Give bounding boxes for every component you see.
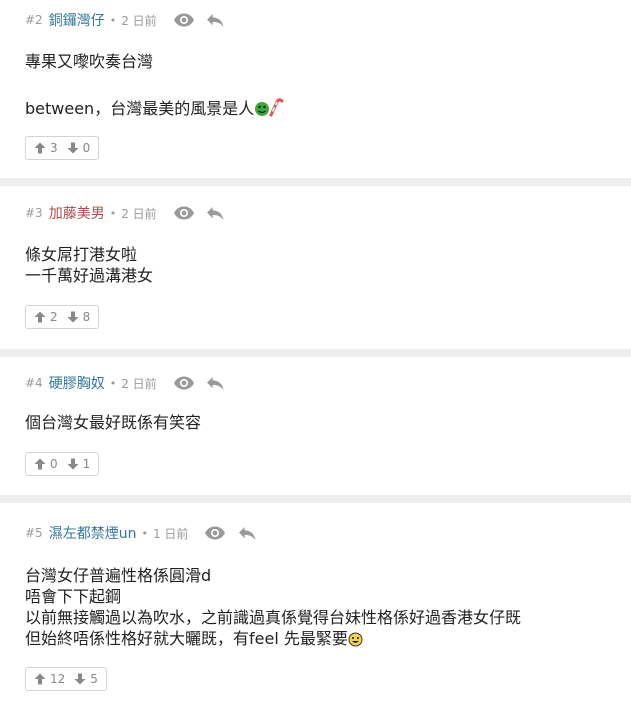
downvote-count: 5 bbox=[90, 672, 98, 686]
downvote-button[interactable]: 1 bbox=[67, 457, 91, 471]
comment-meta: #2 銅鑼灣仔 • 2 日前 bbox=[25, 9, 235, 31]
vote-box: 0 1 bbox=[25, 452, 100, 476]
upvote-button[interactable]: 0 bbox=[34, 457, 58, 471]
vote-box: 3 0 bbox=[25, 136, 100, 160]
comment-line: 個台灣女最好既係有笑容 bbox=[25, 413, 202, 432]
comment-post: #4 硬膠胸奴 • 2 日前 個台灣女最好既係有笑容 0 1 bbox=[0, 357, 631, 495]
post-time: 2 日前 bbox=[121, 206, 157, 221]
downvote-count: 8 bbox=[82, 310, 91, 324]
upvote-count: 12 bbox=[50, 672, 66, 686]
upvote-button[interactable]: 12 bbox=[34, 672, 65, 686]
comment-line: 唔會下下起鋼 bbox=[25, 587, 122, 606]
comment-body: 條女屌打港女啦 一千萬好過溝港女 bbox=[25, 244, 153, 286]
thumbs-down-icon bbox=[74, 673, 86, 685]
comment-line-with-emoticon: 但始終唔係性格好就大曬既，有feel 先最緊要 bbox=[25, 628, 521, 649]
comment-line-with-emoticon: between，台灣最美的風景是人 bbox=[25, 97, 284, 118]
upvote-count: 0 bbox=[50, 457, 58, 471]
post-number: #4 bbox=[25, 376, 43, 390]
comment-line: 一千萬好過溝港女 bbox=[25, 266, 154, 285]
green-face-candy-cane-emoticon bbox=[254, 97, 284, 122]
upvote-button[interactable]: 3 bbox=[34, 141, 58, 155]
downvote-count: 1 bbox=[82, 457, 91, 471]
comment-line: 專果又嚟吹奏台灣 bbox=[25, 52, 154, 71]
comment-line: 以前無接觸過以為吹水，之前識過真係覺得台妹性格係好過香港女仔既 bbox=[25, 608, 522, 627]
post-time: 1 日前 bbox=[152, 526, 189, 541]
comment-meta: #4 硬膠胸奴 • 2 日前 bbox=[25, 372, 235, 394]
post-number: #5 bbox=[25, 526, 43, 540]
downvote-button[interactable]: 0 bbox=[67, 141, 91, 155]
comment-line: between，台灣最美的風景是人 bbox=[25, 99, 255, 118]
eye-icon[interactable] bbox=[171, 202, 197, 224]
thumbs-up-icon bbox=[34, 458, 46, 470]
thumbs-down-icon bbox=[67, 142, 79, 154]
eye-icon[interactable] bbox=[171, 9, 197, 31]
post-time: 2 日前 bbox=[121, 13, 157, 28]
comment-line: 但始終唔係性格好就大曬既，有feel 先最緊要 bbox=[25, 629, 348, 648]
vote-box: 12 5 bbox=[25, 667, 107, 691]
author-name[interactable]: 硬膠胸奴 bbox=[49, 373, 105, 393]
eye-icon[interactable] bbox=[171, 372, 197, 394]
author-name[interactable]: 銅鑼灣仔 bbox=[49, 10, 105, 30]
author-name[interactable]: 加藤美男 bbox=[49, 203, 105, 223]
separator-dot: • bbox=[109, 13, 117, 27]
comment-line: 台灣女仔普遍性格係圓滑d bbox=[25, 566, 212, 585]
post-time: 2 日前 bbox=[121, 376, 157, 391]
reply-arrow-icon[interactable] bbox=[203, 9, 229, 31]
reply-arrow-icon[interactable] bbox=[234, 522, 260, 544]
vote-box: 2 8 bbox=[25, 305, 100, 329]
separator-dot: • bbox=[141, 526, 148, 540]
thumbs-up-icon bbox=[34, 311, 46, 323]
comment-thread: #2 銅鑼灣仔 • 2 日前 專果又嚟吹奏台灣 between，台灣最美的風景是… bbox=[0, 0, 631, 712]
comment-post: #3 加藤美男 • 2 日前 條女屌打港女啦 一千萬好過溝港女 2 8 bbox=[0, 186, 631, 349]
comment-body: 個台灣女最好既係有笑容 bbox=[25, 412, 201, 433]
comment-line: 條女屌打港女啦 bbox=[25, 245, 138, 264]
reply-arrow-icon[interactable] bbox=[203, 202, 229, 224]
comment-meta: #3 加藤美男 • 2 日前 bbox=[25, 202, 235, 224]
downvote-count: 0 bbox=[82, 141, 91, 155]
downvote-button[interactable]: 8 bbox=[67, 310, 91, 324]
comment-meta: #5 濕左都禁煙un • 1 日前 bbox=[25, 522, 266, 544]
comment-body: 專果又嚟吹奏台灣 between，台灣最美的風景是人 bbox=[25, 51, 284, 118]
post-number: #3 bbox=[25, 206, 43, 220]
eye-icon[interactable] bbox=[202, 522, 228, 544]
thumbs-up-icon bbox=[34, 142, 46, 154]
thumbs-down-icon bbox=[67, 311, 79, 323]
downvote-button[interactable]: 5 bbox=[74, 672, 98, 686]
separator-dot: • bbox=[109, 206, 117, 220]
upvote-button[interactable]: 2 bbox=[34, 310, 58, 324]
author-name[interactable]: 濕左都禁煙un bbox=[49, 523, 137, 543]
upvote-count: 2 bbox=[50, 310, 58, 324]
upvote-count: 3 bbox=[50, 141, 58, 155]
comment-post: #2 銅鑼灣仔 • 2 日前 專果又嚟吹奏台灣 between，台灣最美的風景是… bbox=[0, 0, 631, 178]
separator-dot: • bbox=[109, 376, 117, 390]
post-number: #2 bbox=[25, 13, 43, 27]
comment-post: #5 濕左都禁煙un • 1 日前 台灣女仔普遍性格係圓滑d 唔會下下起鋼 以前… bbox=[0, 503, 631, 712]
comment-body: 台灣女仔普遍性格係圓滑d 唔會下下起鋼 以前無接觸過以為吹水，之前識過真係覺得台… bbox=[25, 565, 521, 649]
thumbs-up-icon bbox=[34, 673, 46, 685]
thumbs-down-icon bbox=[67, 458, 79, 470]
reply-arrow-icon[interactable] bbox=[203, 372, 229, 394]
grinning-face-emoticon bbox=[348, 631, 363, 652]
